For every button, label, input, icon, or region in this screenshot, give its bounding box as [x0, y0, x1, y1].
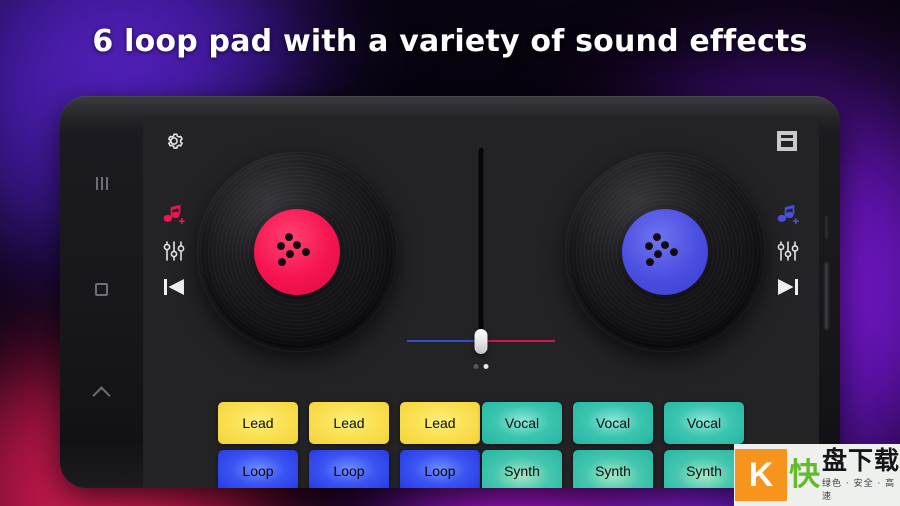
pager-dot-active[interactable]: [483, 364, 489, 369]
volume-rocker-button[interactable]: [824, 214, 829, 240]
six-dot-arrow-icon: [644, 233, 686, 271]
dj-app: Lead Lead Lead Loop Loop Loop Vocal Voca…: [143, 116, 819, 488]
loop-pad[interactable]: Synth: [573, 450, 653, 488]
pad-label: Lead: [333, 415, 365, 431]
home-square-icon: [95, 282, 108, 296]
loop-pad[interactable]: Lead: [400, 402, 480, 444]
right-control-rail: [757, 116, 819, 488]
pad-label: Vocal: [686, 415, 722, 431]
watermark-text: 盘下载 绿色 · 安全 · 高速: [822, 445, 900, 503]
watermark-brand-green: 快: [789, 456, 820, 493]
deck-label-left: [254, 209, 340, 295]
skip-previous-icon: [164, 279, 184, 295]
recents-icon: [95, 176, 108, 190]
pad-label: Synth: [686, 463, 722, 479]
phone-device: Lead Lead Lead Loop Loop Loop Vocal Voca…: [60, 96, 840, 488]
pad-label: Lead: [424, 415, 456, 431]
pad-label: Vocal: [504, 415, 540, 431]
six-dot-arrow-icon: [276, 233, 318, 271]
watermark-tagline: 绿色 · 安全 · 高速: [822, 479, 896, 503]
pad-label: Loop: [424, 463, 456, 479]
pad-label: Synth: [504, 463, 540, 479]
loop-pad-group-right: Vocal Vocal Vocal Synth Synth Synth: [482, 402, 744, 488]
add-music-button-left[interactable]: [161, 204, 187, 228]
pad-label: Synth: [595, 463, 631, 479]
pad-label: Vocal: [595, 415, 631, 431]
brand-logo: [777, 130, 799, 152]
nav-home-button[interactable]: [60, 274, 143, 304]
turntable-deck-right[interactable]: [565, 152, 765, 352]
nav-back-button[interactable]: [60, 378, 143, 408]
watermark-brand-main: 盘下载: [822, 445, 900, 475]
phone-screen: Lead Lead Lead Loop Loop Loop Vocal Voca…: [143, 116, 819, 488]
nav-recents-button[interactable]: [60, 168, 143, 198]
loop-pad[interactable]: Lead: [218, 402, 298, 444]
previous-track-button[interactable]: [161, 276, 187, 298]
equalizer-sliders-icon: [163, 241, 185, 261]
equalizer-button-left[interactable]: [162, 240, 186, 262]
pad-label: Loop: [333, 463, 365, 479]
screenshot-stage: 6 loop pad with a variety of sound effec…: [0, 0, 900, 506]
gear-icon: [167, 133, 183, 149]
equalizer-button-right[interactable]: [776, 240, 800, 262]
watermark-logo-icon: K: [735, 449, 787, 501]
loop-pad[interactable]: Vocal: [482, 402, 562, 444]
crossfader-right-track: [483, 340, 555, 342]
android-nav-bar: [60, 96, 143, 488]
turntable-deck-left[interactable]: [197, 152, 397, 352]
loop-pad[interactable]: Vocal: [664, 402, 744, 444]
add-music-button-right[interactable]: [775, 204, 801, 228]
music-note-plus-icon: [163, 205, 185, 225]
left-control-rail: [143, 116, 205, 488]
loop-pad[interactable]: Loop: [309, 450, 389, 488]
next-track-button[interactable]: [775, 276, 801, 298]
site-watermark: K 快 盘下载 绿色 · 安全 · 高速: [734, 444, 900, 506]
mi-logo-icon: [777, 130, 799, 152]
pad-label: Lead: [242, 415, 274, 431]
loop-pad[interactable]: Loop: [218, 450, 298, 488]
loop-pad[interactable]: Loop: [400, 450, 480, 488]
crossfader[interactable]: [407, 329, 555, 354]
crossfader-knob[interactable]: [474, 329, 488, 354]
skip-next-icon: [778, 279, 798, 295]
crossfader-left-track: [407, 340, 479, 342]
pager-dot[interactable]: [473, 364, 479, 369]
loop-pad[interactable]: Synth: [482, 450, 562, 488]
chevron-up-icon: [92, 385, 111, 405]
page-title: 6 loop pad with a variety of sound effec…: [92, 24, 808, 59]
deck-label-right: [622, 209, 708, 295]
music-note-plus-icon: [777, 205, 799, 225]
watermark-logo-letter: K: [748, 456, 774, 494]
loop-pad-group-left: Lead Lead Lead Loop Loop Loop: [218, 402, 480, 488]
settings-button[interactable]: [163, 130, 185, 152]
loop-pad[interactable]: Synth: [664, 450, 744, 488]
loop-pad[interactable]: Vocal: [573, 402, 653, 444]
pad-label: Loop: [242, 463, 274, 479]
equalizer-sliders-icon: [777, 241, 799, 261]
loop-pad[interactable]: Lead: [309, 402, 389, 444]
power-button[interactable]: [824, 262, 829, 330]
pitch-fader-track[interactable]: [478, 148, 484, 344]
pad-page-indicator[interactable]: [473, 364, 489, 369]
